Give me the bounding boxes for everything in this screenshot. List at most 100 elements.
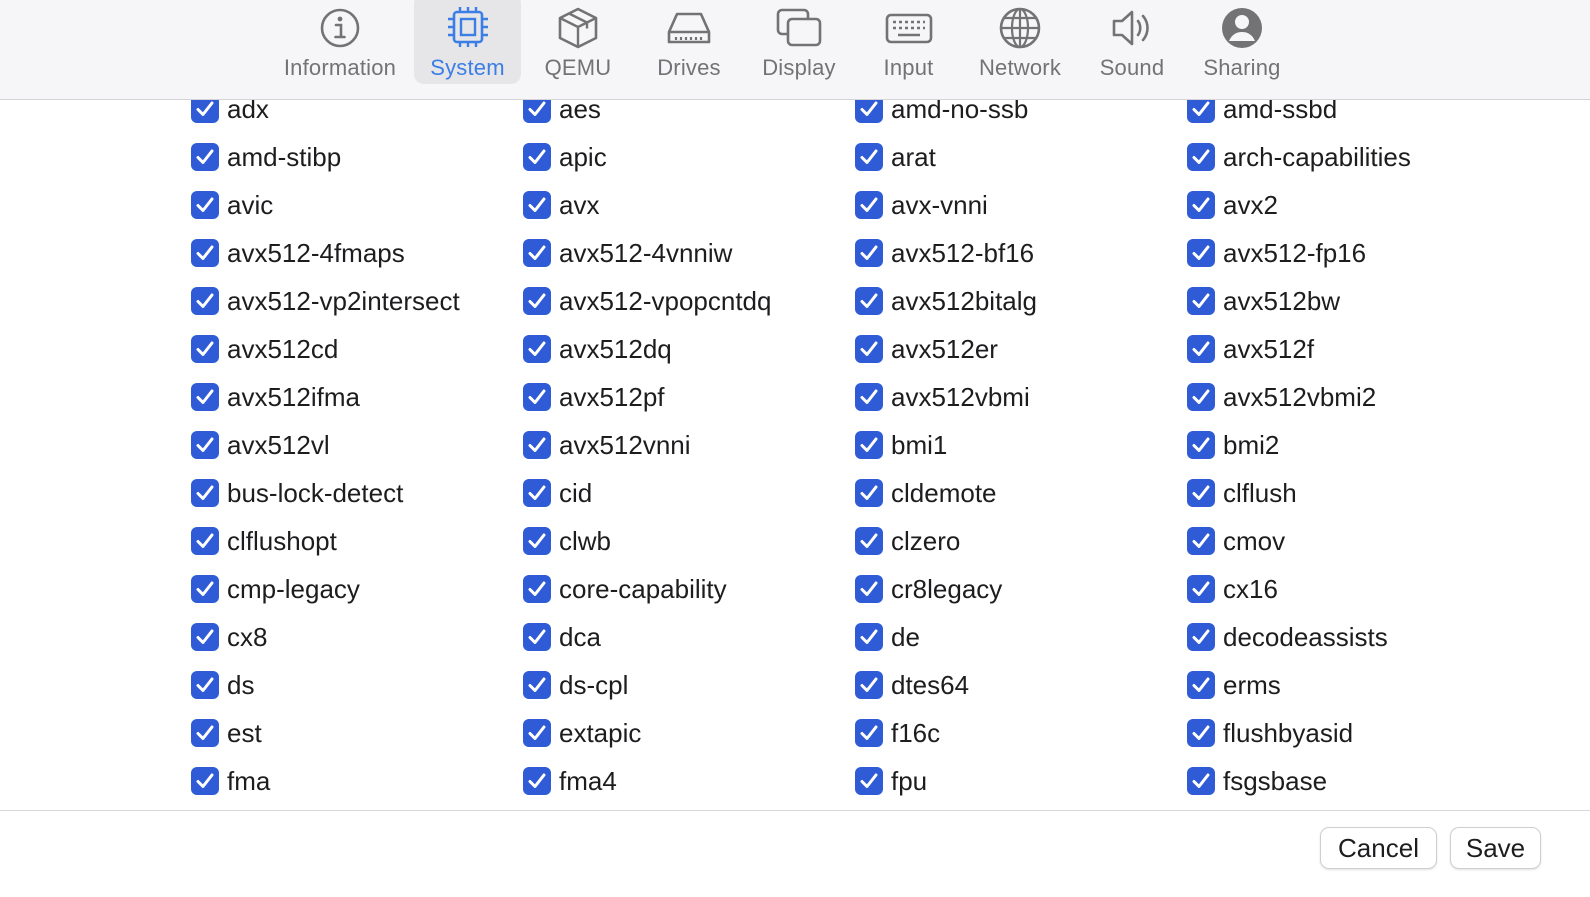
feature-avx512pf[interactable]: avx512pf	[523, 373, 855, 421]
checkbox-checked-icon[interactable]	[855, 575, 883, 603]
checkbox-checked-icon[interactable]	[523, 767, 551, 795]
feature-avx512-fp16[interactable]: avx512-fp16	[1187, 229, 1519, 277]
save-button[interactable]: Save	[1450, 827, 1541, 869]
feature-clwb[interactable]: clwb	[523, 517, 855, 565]
checkbox-checked-icon[interactable]	[855, 335, 883, 363]
feature-cmov[interactable]: cmov	[1187, 517, 1519, 565]
checkbox-checked-icon[interactable]	[523, 143, 551, 171]
checkbox-checked-icon[interactable]	[1187, 143, 1215, 171]
checkbox-checked-icon[interactable]	[1187, 479, 1215, 507]
feature-avx512-4fmaps[interactable]: avx512-4fmaps	[191, 229, 523, 277]
feature-clzero[interactable]: clzero	[855, 517, 1187, 565]
checkbox-checked-icon[interactable]	[1187, 239, 1215, 267]
feature-bmi2[interactable]: bmi2	[1187, 421, 1519, 469]
feature-fma4[interactable]: fma4	[523, 757, 855, 805]
checkbox-checked-icon[interactable]	[855, 143, 883, 171]
feature-bus-lock-detect[interactable]: bus-lock-detect	[191, 469, 523, 517]
checkbox-checked-icon[interactable]	[191, 671, 219, 699]
checkbox-checked-icon[interactable]	[523, 623, 551, 651]
checkbox-checked-icon[interactable]	[1187, 767, 1215, 795]
feature-avx-vnni[interactable]: avx-vnni	[855, 181, 1187, 229]
feature-arat[interactable]: arat	[855, 133, 1187, 181]
checkbox-checked-icon[interactable]	[191, 143, 219, 171]
checkbox-checked-icon[interactable]	[191, 479, 219, 507]
feature-arch-capabilities[interactable]: arch-capabilities	[1187, 133, 1519, 181]
feature-avx512vl[interactable]: avx512vl	[191, 421, 523, 469]
checkbox-checked-icon[interactable]	[855, 191, 883, 219]
checkbox-checked-icon[interactable]	[1187, 335, 1215, 363]
feature-aes[interactable]: aes	[523, 100, 855, 133]
checkbox-checked-icon[interactable]	[191, 575, 219, 603]
checkbox-checked-icon[interactable]	[523, 287, 551, 315]
feature-avx512f[interactable]: avx512f	[1187, 325, 1519, 373]
feature-avx512-vp2intersect[interactable]: avx512-vp2intersect	[191, 277, 523, 325]
feature-avx512dq[interactable]: avx512dq	[523, 325, 855, 373]
checkbox-checked-icon[interactable]	[1187, 100, 1215, 123]
feature-avx512bitalg[interactable]: avx512bitalg	[855, 277, 1187, 325]
tab-system[interactable]: System	[414, 0, 521, 84]
feature-cldemote[interactable]: cldemote	[855, 469, 1187, 517]
checkbox-checked-icon[interactable]	[1187, 527, 1215, 555]
checkbox-checked-icon[interactable]	[855, 719, 883, 747]
checkbox-checked-icon[interactable]	[523, 383, 551, 411]
checkbox-checked-icon[interactable]	[191, 239, 219, 267]
checkbox-checked-icon[interactable]	[191, 719, 219, 747]
checkbox-checked-icon[interactable]	[523, 431, 551, 459]
checkbox-checked-icon[interactable]	[191, 287, 219, 315]
checkbox-checked-icon[interactable]	[523, 239, 551, 267]
feature-apic[interactable]: apic	[523, 133, 855, 181]
feature-avx512vbmi[interactable]: avx512vbmi	[855, 373, 1187, 421]
feature-adx[interactable]: adx	[191, 100, 523, 133]
checkbox-checked-icon[interactable]	[855, 671, 883, 699]
checkbox-checked-icon[interactable]	[1187, 671, 1215, 699]
feature-amd-ssbd[interactable]: amd-ssbd	[1187, 100, 1519, 133]
feature-cid[interactable]: cid	[523, 469, 855, 517]
checkbox-checked-icon[interactable]	[191, 527, 219, 555]
tab-sound[interactable]: Sound	[1096, 0, 1168, 84]
feature-avx512vnni[interactable]: avx512vnni	[523, 421, 855, 469]
feature-amd-no-ssb[interactable]: amd-no-ssb	[855, 100, 1187, 133]
feature-clflushopt[interactable]: clflushopt	[191, 517, 523, 565]
feature-amd-stibp[interactable]: amd-stibp	[191, 133, 523, 181]
checkbox-checked-icon[interactable]	[191, 100, 219, 123]
checkbox-checked-icon[interactable]	[523, 527, 551, 555]
tab-input[interactable]: Input	[877, 0, 940, 84]
checkbox-checked-icon[interactable]	[855, 767, 883, 795]
checkbox-checked-icon[interactable]	[523, 335, 551, 363]
tab-sharing[interactable]: Sharing	[1200, 0, 1284, 84]
checkbox-checked-icon[interactable]	[191, 623, 219, 651]
feature-ds-cpl[interactable]: ds-cpl	[523, 661, 855, 709]
feature-cx8[interactable]: cx8	[191, 613, 523, 661]
checkbox-checked-icon[interactable]	[1187, 287, 1215, 315]
feature-core-capability[interactable]: core-capability	[523, 565, 855, 613]
feature-decodeassists[interactable]: decodeassists	[1187, 613, 1519, 661]
feature-fpu[interactable]: fpu	[855, 757, 1187, 805]
checkbox-checked-icon[interactable]	[523, 719, 551, 747]
checkbox-checked-icon[interactable]	[191, 383, 219, 411]
checkbox-checked-icon[interactable]	[523, 575, 551, 603]
checkbox-checked-icon[interactable]	[523, 191, 551, 219]
feature-avx512vbmi2[interactable]: avx512vbmi2	[1187, 373, 1519, 421]
checkbox-checked-icon[interactable]	[1187, 623, 1215, 651]
feature-avx512cd[interactable]: avx512cd	[191, 325, 523, 373]
checkbox-checked-icon[interactable]	[523, 100, 551, 123]
feature-f16c[interactable]: f16c	[855, 709, 1187, 757]
feature-fma[interactable]: fma	[191, 757, 523, 805]
tab-drives[interactable]: Drives	[653, 0, 725, 84]
checkbox-checked-icon[interactable]	[523, 479, 551, 507]
feature-fsgsbase[interactable]: fsgsbase	[1187, 757, 1519, 805]
checkbox-checked-icon[interactable]	[1187, 191, 1215, 219]
checkbox-checked-icon[interactable]	[1187, 431, 1215, 459]
checkbox-checked-icon[interactable]	[855, 239, 883, 267]
feature-clflush[interactable]: clflush	[1187, 469, 1519, 517]
feature-est[interactable]: est	[191, 709, 523, 757]
feature-avx512-vpopcntdq[interactable]: avx512-vpopcntdq	[523, 277, 855, 325]
feature-cr8legacy[interactable]: cr8legacy	[855, 565, 1187, 613]
checkbox-checked-icon[interactable]	[1187, 383, 1215, 411]
checkbox-checked-icon[interactable]	[855, 100, 883, 123]
feature-avx512er[interactable]: avx512er	[855, 325, 1187, 373]
checkbox-checked-icon[interactable]	[855, 431, 883, 459]
feature-avx512bw[interactable]: avx512bw	[1187, 277, 1519, 325]
feature-erms[interactable]: erms	[1187, 661, 1519, 709]
checkbox-checked-icon[interactable]	[855, 527, 883, 555]
